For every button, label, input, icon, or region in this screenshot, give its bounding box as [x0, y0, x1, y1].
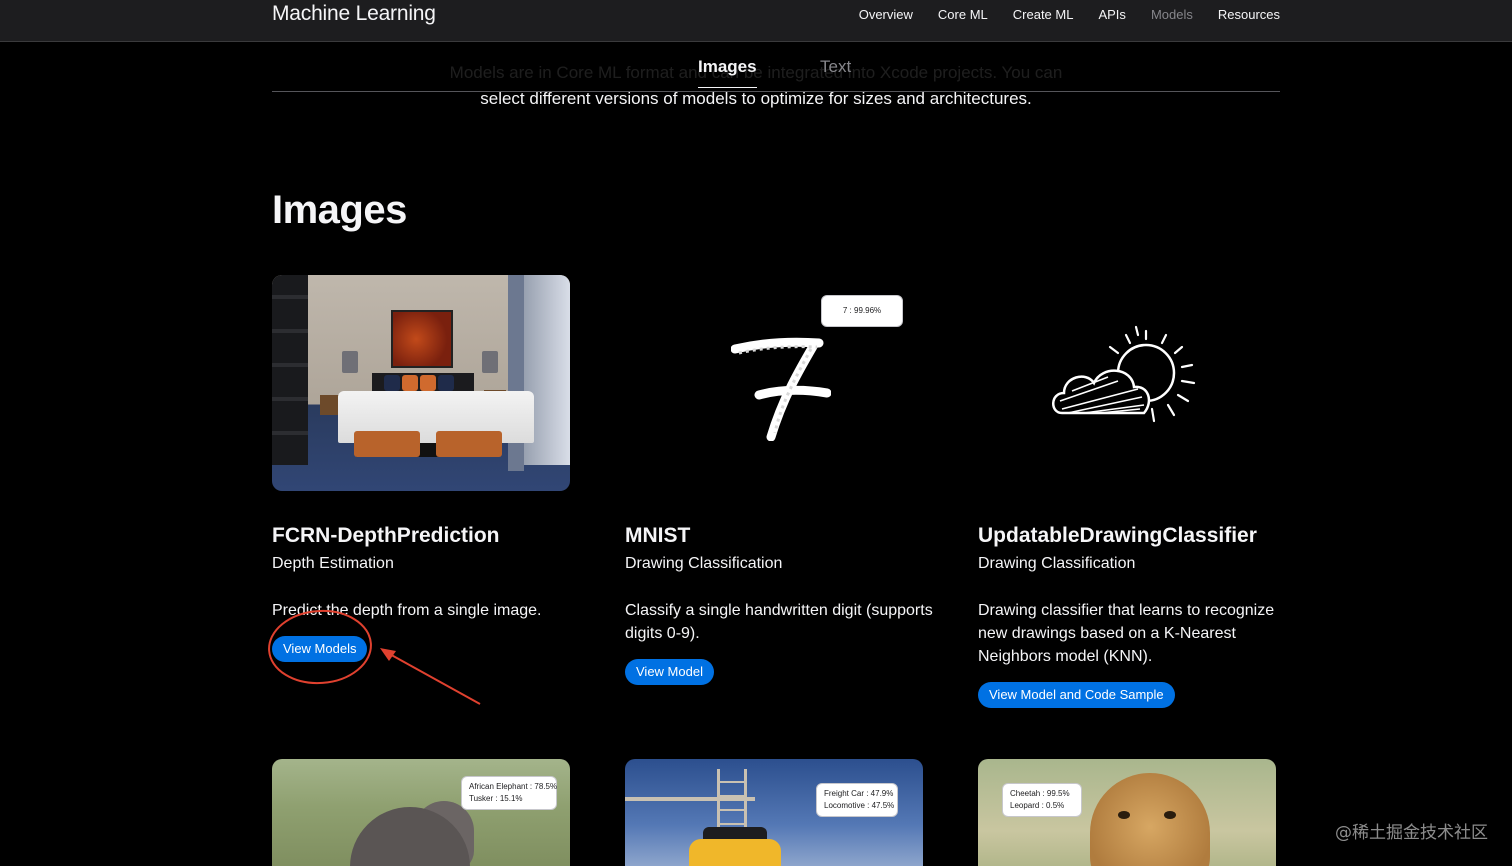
model-description: Predict the depth from a single image.: [272, 602, 542, 619]
tab-images[interactable]: Images: [698, 57, 757, 88]
prediction-badge: Freight Car : 47.9% Locomotive : 47.5%: [816, 783, 898, 817]
prediction-line: Tusker : 15.1%: [469, 794, 523, 803]
nav-overview[interactable]: Overview: [859, 7, 913, 22]
prediction-line: Freight Car : 47.9%: [824, 789, 894, 798]
model-category: Drawing Classification: [625, 555, 783, 572]
model-card-updatable-drawing: UpdatableDrawingClassifier Drawing Class…: [978, 275, 1278, 708]
model-card-train-image: Freight Car : 47.9% Locomotive : 47.5%: [625, 759, 923, 866]
prediction-badge: African Elephant : 78.5% Tusker : 15.1%: [461, 776, 557, 810]
tab-text[interactable]: Text: [820, 57, 851, 77]
prediction-line: Cheetah : 99.5%: [1010, 789, 1070, 798]
model-name: FCRN-DepthPrediction: [272, 524, 500, 547]
model-category: Depth Estimation: [272, 555, 394, 572]
nav-apis[interactable]: APIs: [1098, 7, 1125, 22]
mnist-image: 7 : 99.96%: [625, 275, 923, 491]
view-model-and-code-sample-button[interactable]: View Model and Code Sample: [978, 682, 1175, 708]
model-description: Drawing classifier that learns to recogn…: [978, 602, 1275, 665]
cloud-sun-image: [978, 275, 1276, 491]
brand-title[interactable]: Machine Learning: [272, 2, 436, 26]
watermark: @稀土掘金技术社区: [1335, 823, 1488, 843]
model-name: MNIST: [625, 524, 691, 547]
prediction-line: African Elephant : 78.5%: [469, 782, 558, 791]
view-model-button[interactable]: View Model: [625, 659, 714, 685]
global-nav: Machine Learning Overview Core ML Create…: [0, 0, 1512, 42]
section-title: Images: [272, 188, 407, 232]
bedroom-image: [272, 275, 570, 491]
handwritten-seven-icon: [731, 337, 831, 441]
model-card-fcrn: FCRN-DepthPrediction Depth Estimation Pr…: [272, 275, 572, 662]
nav-create-ml[interactable]: Create ML: [1013, 7, 1074, 22]
prediction-badge: 7 : 99.96%: [821, 295, 903, 327]
prediction-line: Leopard : 0.5%: [1010, 801, 1065, 810]
category-tabs: Images Text: [272, 42, 1280, 92]
nav-resources[interactable]: Resources: [1218, 7, 1280, 22]
model-card-mnist: 7 : 99.96% MNIST Drawing Classification …: [625, 275, 933, 685]
nav-core-ml[interactable]: Core ML: [938, 7, 988, 22]
model-name: UpdatableDrawingClassifier: [978, 524, 1257, 547]
prediction-badge: Cheetah : 99.5% Leopard : 0.5%: [1002, 783, 1082, 817]
cloud-sun-sketch-icon: [1052, 325, 1196, 423]
model-card-elephant-image: African Elephant : 78.5% Tusker : 15.1%: [272, 759, 570, 866]
model-description: Classify a single handwritten digit (sup…: [625, 602, 933, 642]
model-card-cheetah-image: Cheetah : 99.5% Leopard : 0.5%: [978, 759, 1276, 866]
view-models-button[interactable]: View Models: [272, 636, 368, 662]
model-category: Drawing Classification: [978, 555, 1136, 572]
nav-models[interactable]: Models: [1151, 7, 1193, 22]
prediction-line: Locomotive : 47.5%: [824, 801, 895, 810]
nav-links: Overview Core ML Create ML APIs Models R…: [859, 7, 1280, 22]
